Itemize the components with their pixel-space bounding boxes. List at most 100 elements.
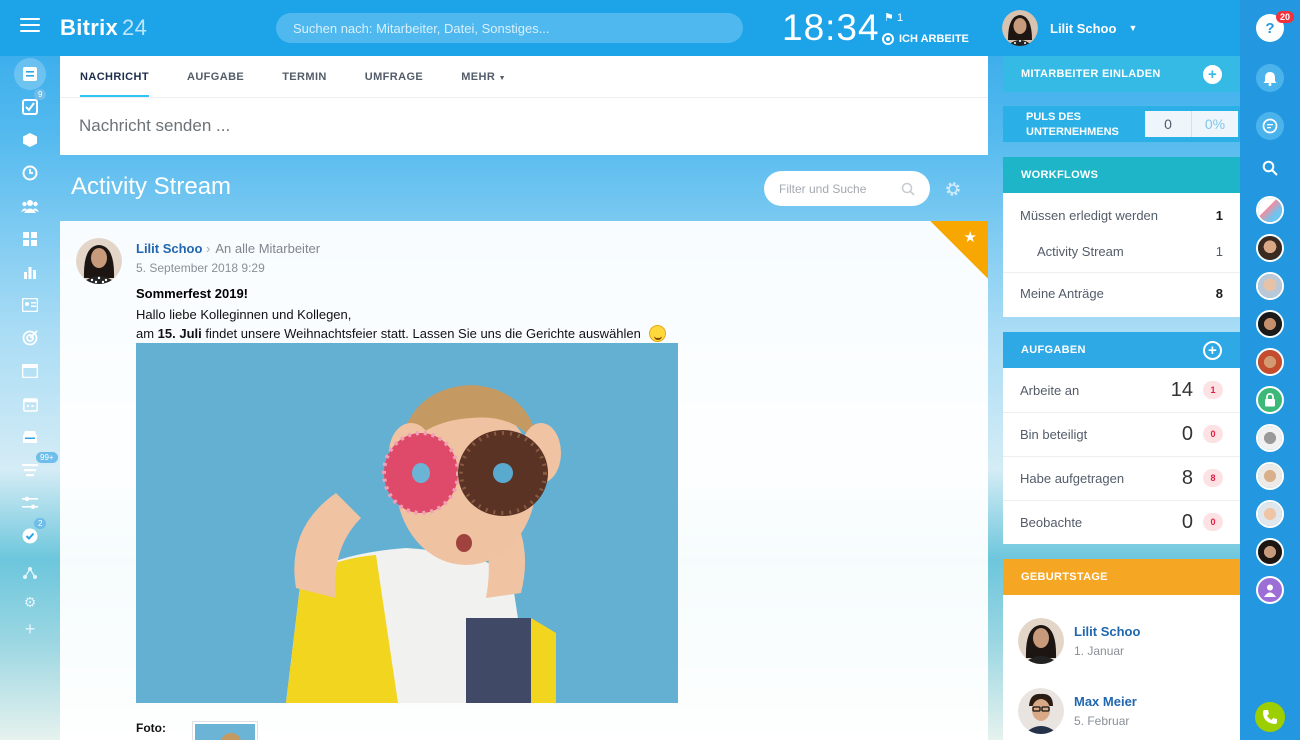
filter-search-input[interactable]: Filter und Suche: [764, 171, 930, 206]
cube-icon: [23, 133, 37, 147]
workflows-header[interactable]: WORKFLOWS: [1003, 157, 1240, 193]
sidebar-item-contacts[interactable]: [20, 295, 40, 315]
sidebar-item-stream[interactable]: [20, 64, 40, 84]
sidebar-item-config[interactable]: ⚙: [20, 592, 40, 612]
birthday-item[interactable]: Lilit Schoo 1. Januar: [1018, 618, 1140, 664]
done-badge: 2: [34, 518, 47, 529]
thumbnail-image: [195, 724, 255, 740]
sidebar-item-drive[interactable]: [20, 130, 40, 150]
sidebar-item-employees[interactable]: [20, 196, 40, 216]
search-input[interactable]: [276, 13, 743, 43]
tab-nachricht[interactable]: NACHRICHT: [80, 56, 149, 97]
sidebar-item-time[interactable]: [20, 163, 40, 183]
birthdays-header[interactable]: GEBURTSTAGE: [1003, 559, 1240, 595]
plus-icon: +: [24, 619, 36, 639]
author-avatar[interactable]: [76, 238, 122, 284]
row-label: Müssen erledigt werden: [1020, 207, 1159, 223]
tab-mehr-label: MEHR: [461, 71, 496, 83]
birthdays-panel: Lilit Schoo 1. Januar Max Meier 5. Febru…: [1003, 595, 1240, 740]
messenger-button[interactable]: [1256, 112, 1284, 140]
chat-contact[interactable]: [1256, 234, 1284, 262]
pulse-label-line-1: PULS DES: [1026, 111, 1082, 123]
list-icon: [22, 464, 38, 477]
post-recipient[interactable]: › An alle Mitarbeiter: [206, 241, 320, 256]
birthdays-title: GEBURTSTAGE: [1021, 571, 1108, 583]
post-author-link[interactable]: Lilit Schoo: [136, 241, 202, 256]
task-row-participating[interactable]: Bin beteiligt 00: [1003, 412, 1240, 456]
sidebar-item-apps[interactable]: [20, 229, 40, 249]
clock[interactable]: 18:34: [782, 7, 880, 49]
post-date[interactable]: 5. September 2018 9:29: [136, 261, 265, 275]
post-photo[interactable]: [136, 343, 678, 703]
tab-termin[interactable]: TERMIN: [263, 56, 346, 97]
chat-contact[interactable]: [1256, 500, 1284, 528]
chat-contact[interactable]: [1256, 462, 1284, 490]
task-row-assigned[interactable]: Habe aufgetragen 88: [1003, 456, 1240, 500]
task-row-observing[interactable]: Beobachte 00: [1003, 500, 1240, 544]
menu-icon[interactable]: [20, 18, 40, 36]
smiley-icon: [648, 325, 666, 342]
company-pulse[interactable]: PULS DES UNTERNEHMENS 0 0%: [1003, 106, 1240, 142]
logo[interactable]: Bitrix 24: [60, 15, 147, 41]
sidebar-item-structure[interactable]: [20, 563, 40, 583]
clock-icon: [22, 165, 38, 181]
chat-contact-general[interactable]: [1256, 196, 1284, 224]
post-composer: NACHRICHT AUFGABE TERMIN UMFRAGE MEHR ▼: [60, 56, 988, 155]
text-post: findet unsere Weihnachtsfeier statt. Las…: [201, 326, 641, 341]
text-bold-date: 15. Juli: [157, 326, 202, 341]
search-button[interactable]: [1256, 154, 1284, 182]
sidebar-item-feed[interactable]: 99+: [20, 452, 58, 480]
tasks-header[interactable]: AUFGABEN +: [1003, 332, 1240, 368]
add-circle-icon: +: [1203, 64, 1222, 84]
sidebar-item-goals[interactable]: [20, 328, 40, 348]
question-icon: ?: [1265, 19, 1275, 37]
secure-chat-button[interactable]: [1256, 386, 1284, 414]
workflow-row-pending[interactable]: Müssen erledigt werden 1: [1003, 197, 1240, 233]
divider: [60, 97, 988, 98]
sidebar-item-settings-sliders[interactable]: [20, 493, 40, 513]
workflow-row-activity-stream[interactable]: Activity Stream 1: [1003, 233, 1240, 269]
chat-contact[interactable]: [1256, 272, 1284, 300]
work-status-button[interactable]: ICH ARBEITE: [882, 33, 969, 45]
row-value: 1: [1215, 207, 1223, 223]
add-task-icon[interactable]: +: [1203, 340, 1222, 360]
invite-employees-button[interactable]: MITARBEITER EINLADEN +: [1003, 56, 1240, 92]
chat-contact[interactable]: [1256, 538, 1284, 566]
avatar: [1018, 688, 1064, 734]
sidebar-item-sites[interactable]: [20, 361, 40, 381]
post-text-line-2: am 15. Juli findet unsere Weihnachtsfeie…: [136, 325, 666, 342]
birthday-info: Max Meier 5. Februar: [1074, 694, 1137, 728]
sidebar-item-add[interactable]: +: [20, 619, 40, 639]
flag-counter[interactable]: ⚑ 1: [884, 11, 903, 24]
tab-aufgabe[interactable]: AUFGABE: [168, 56, 263, 97]
tab-umfrage[interactable]: UMFRAGE: [346, 56, 442, 97]
user-menu[interactable]: Lilit Schoo ▼: [1002, 10, 1137, 46]
photo-thumbnail[interactable]: [192, 721, 258, 740]
hierarchy-icon: [23, 567, 37, 579]
sidebar-item-store[interactable]: [20, 427, 40, 447]
chat-contact[interactable]: [1256, 424, 1284, 452]
tab-mehr[interactable]: MEHR ▼: [442, 56, 525, 97]
sidebar-item-tasks[interactable]: 9: [20, 89, 47, 117]
pulse-percent: 0%: [1191, 111, 1238, 137]
birthday-item[interactable]: Max Meier 5. Februar: [1018, 688, 1137, 734]
row-label: Beobachte: [1020, 514, 1083, 530]
chat-contact[interactable]: [1256, 348, 1284, 376]
row-counts: 14 1: [1171, 379, 1223, 402]
logo-text: Bitrix: [60, 15, 119, 40]
workflow-row-my-requests[interactable]: Meine Anträge 8: [1003, 273, 1240, 313]
chat-contact-default[interactable]: [1256, 576, 1284, 604]
notifications-button[interactable]: [1256, 64, 1284, 92]
sliders-icon: [22, 496, 38, 509]
message-input[interactable]: [79, 111, 959, 141]
sidebar-item-calendar[interactable]: [20, 394, 40, 414]
chat-contact[interactable]: [1256, 310, 1284, 338]
favorite-corner[interactable]: ★: [930, 221, 988, 279]
sidebar-item-reports[interactable]: [20, 262, 40, 282]
recipient-label: An alle Mitarbeiter: [215, 241, 321, 256]
sidebar-item-done[interactable]: 2: [20, 518, 47, 546]
phone-button[interactable]: [1255, 702, 1285, 732]
settings-gear-icon[interactable]: [944, 180, 962, 198]
contact-card-icon: [22, 298, 38, 312]
task-row-working[interactable]: Arbeite an 14 1: [1003, 368, 1240, 412]
